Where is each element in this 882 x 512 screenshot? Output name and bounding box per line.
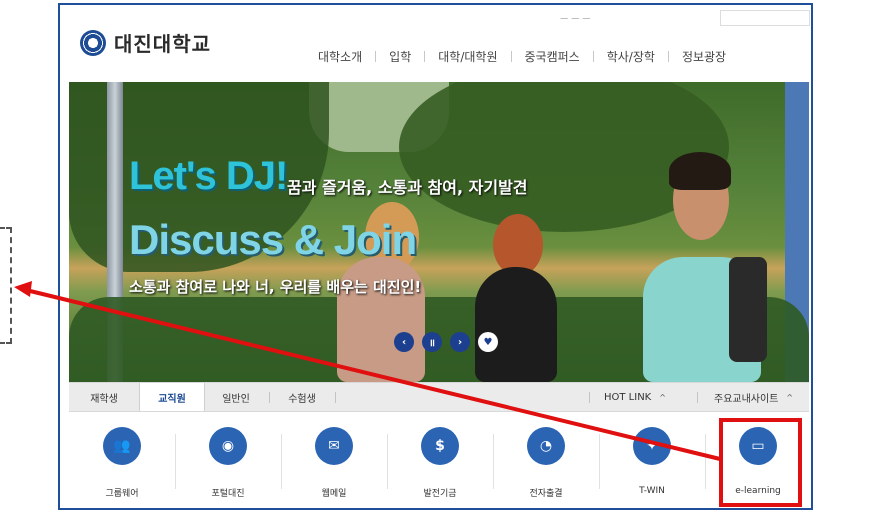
elearning-highlight-box xyxy=(719,418,802,507)
main-sites-dropdown[interactable]: 주요교내사이트 ^ xyxy=(714,383,793,411)
prev-slide-button[interactable]: ‹ xyxy=(394,332,414,352)
university-logo[interactable]: 대진대학교 xyxy=(80,28,211,57)
utility-links[interactable]: ㅡ ㅡ ㅡ xyxy=(560,12,591,25)
brand-name: 대진대학교 xyxy=(114,32,211,56)
arrow-head-icon xyxy=(14,281,32,297)
hot-link-dropdown[interactable]: HOT LINK ^ xyxy=(604,383,666,411)
quick-link-portal[interactable]: ◉ 포털대진 xyxy=(175,412,281,510)
nav-item-colleges[interactable]: 대학/대학원 xyxy=(438,48,497,65)
tab-divider xyxy=(697,392,698,403)
hero-title-2: Discuss & Join xyxy=(129,216,417,263)
quick-link-label: T-WIN xyxy=(639,486,665,496)
nav-item-admission[interactable]: 입학 xyxy=(389,48,411,65)
bulb-icon: ✦ xyxy=(633,427,671,465)
nav-divider xyxy=(592,51,594,62)
nav-item-academics[interactable]: 학사/장학 xyxy=(607,48,655,65)
tab-applicants[interactable]: 수험생 xyxy=(269,383,335,411)
audience-tabbar: 재학생 교직원 일반인 수험생 HOT LINK ^ 주요교내사이트 ^ xyxy=(69,382,809,412)
quick-link-label: 전자출결 xyxy=(529,489,563,499)
people-icon: 👥 xyxy=(103,427,141,465)
dashed-target-box xyxy=(0,227,12,344)
quick-link-fund[interactable]: $ 발전기금 xyxy=(387,412,493,510)
emblem-icon: ◉ xyxy=(209,427,247,465)
main-sites-label: 주요교내사이트 xyxy=(714,393,779,405)
hot-link-label: HOT LINK xyxy=(604,391,652,403)
hero-title-1: Let's DJ! xyxy=(129,154,288,198)
quick-link-twin[interactable]: ✦ T-WIN xyxy=(599,412,705,510)
quick-link-label: 그룹웨어 xyxy=(105,489,139,499)
nav-divider xyxy=(424,51,426,62)
quick-link-label: 포털대진 xyxy=(211,489,245,499)
heart-icon[interactable]: ♥ xyxy=(478,332,498,352)
tab-divider xyxy=(589,392,590,403)
slider-controls: ‹ ॥ › ♥ xyxy=(394,332,498,352)
student-figure xyxy=(475,267,557,382)
pie-chart-icon: ◔ xyxy=(527,427,565,465)
quick-link-label: 웹메일 xyxy=(321,489,347,499)
caret-up-icon: ^ xyxy=(786,392,794,402)
tab-staff[interactable]: 교직원 xyxy=(139,383,205,411)
tab-public[interactable]: 일반인 xyxy=(203,383,269,411)
pause-slide-button[interactable]: ॥ xyxy=(422,332,442,352)
nav-divider xyxy=(510,51,512,62)
nav-divider xyxy=(667,51,669,62)
hero-subtitle-2: 소통과 참여로 나와 너, 우리를 배우는 대진인! xyxy=(129,278,422,296)
hero-subtitle-1: 꿈과 즐거움, 소통과 참여, 자기발견 xyxy=(287,178,528,197)
tab-students[interactable]: 재학생 xyxy=(69,383,139,411)
next-slide-button[interactable]: › xyxy=(450,332,470,352)
nav-item-intro[interactable]: 대학소개 xyxy=(318,48,362,65)
quick-link-attendance[interactable]: ◔ 전자출결 xyxy=(493,412,599,510)
quick-link-webmail[interactable]: ✉ 웹메일 xyxy=(281,412,387,510)
nav-item-info[interactable]: 정보광장 xyxy=(682,48,726,65)
money-bag-icon: $ xyxy=(421,427,459,465)
student-hair xyxy=(669,152,731,190)
backpack xyxy=(729,257,767,362)
top-navigation: 대학소개 입학 대학/대학원 중국캠퍼스 학사/장학 정보광장 xyxy=(318,48,726,65)
quick-link-groupware[interactable]: 👥 그룹웨어 xyxy=(69,412,175,510)
nav-item-china-campus[interactable]: 중국캠퍼스 xyxy=(525,48,580,65)
quick-link-label: 발전기금 xyxy=(423,489,457,499)
quick-links: 👥 그룹웨어 ◉ 포털대진 ✉ 웹메일 $ 발전기금 ◔ 전자출결 ✦ T-WI… xyxy=(69,412,809,510)
hero-banner[interactable]: Let's DJ! 꿈과 즐거움, 소통과 참여, 자기발견 Discuss &… xyxy=(69,82,809,382)
caret-up-icon: ^ xyxy=(659,392,666,402)
tab-divider xyxy=(335,392,336,403)
emblem-icon xyxy=(80,29,106,56)
mail-icon: ✉ xyxy=(315,427,353,465)
nav-divider xyxy=(375,51,377,62)
search-box[interactable] xyxy=(720,10,810,26)
